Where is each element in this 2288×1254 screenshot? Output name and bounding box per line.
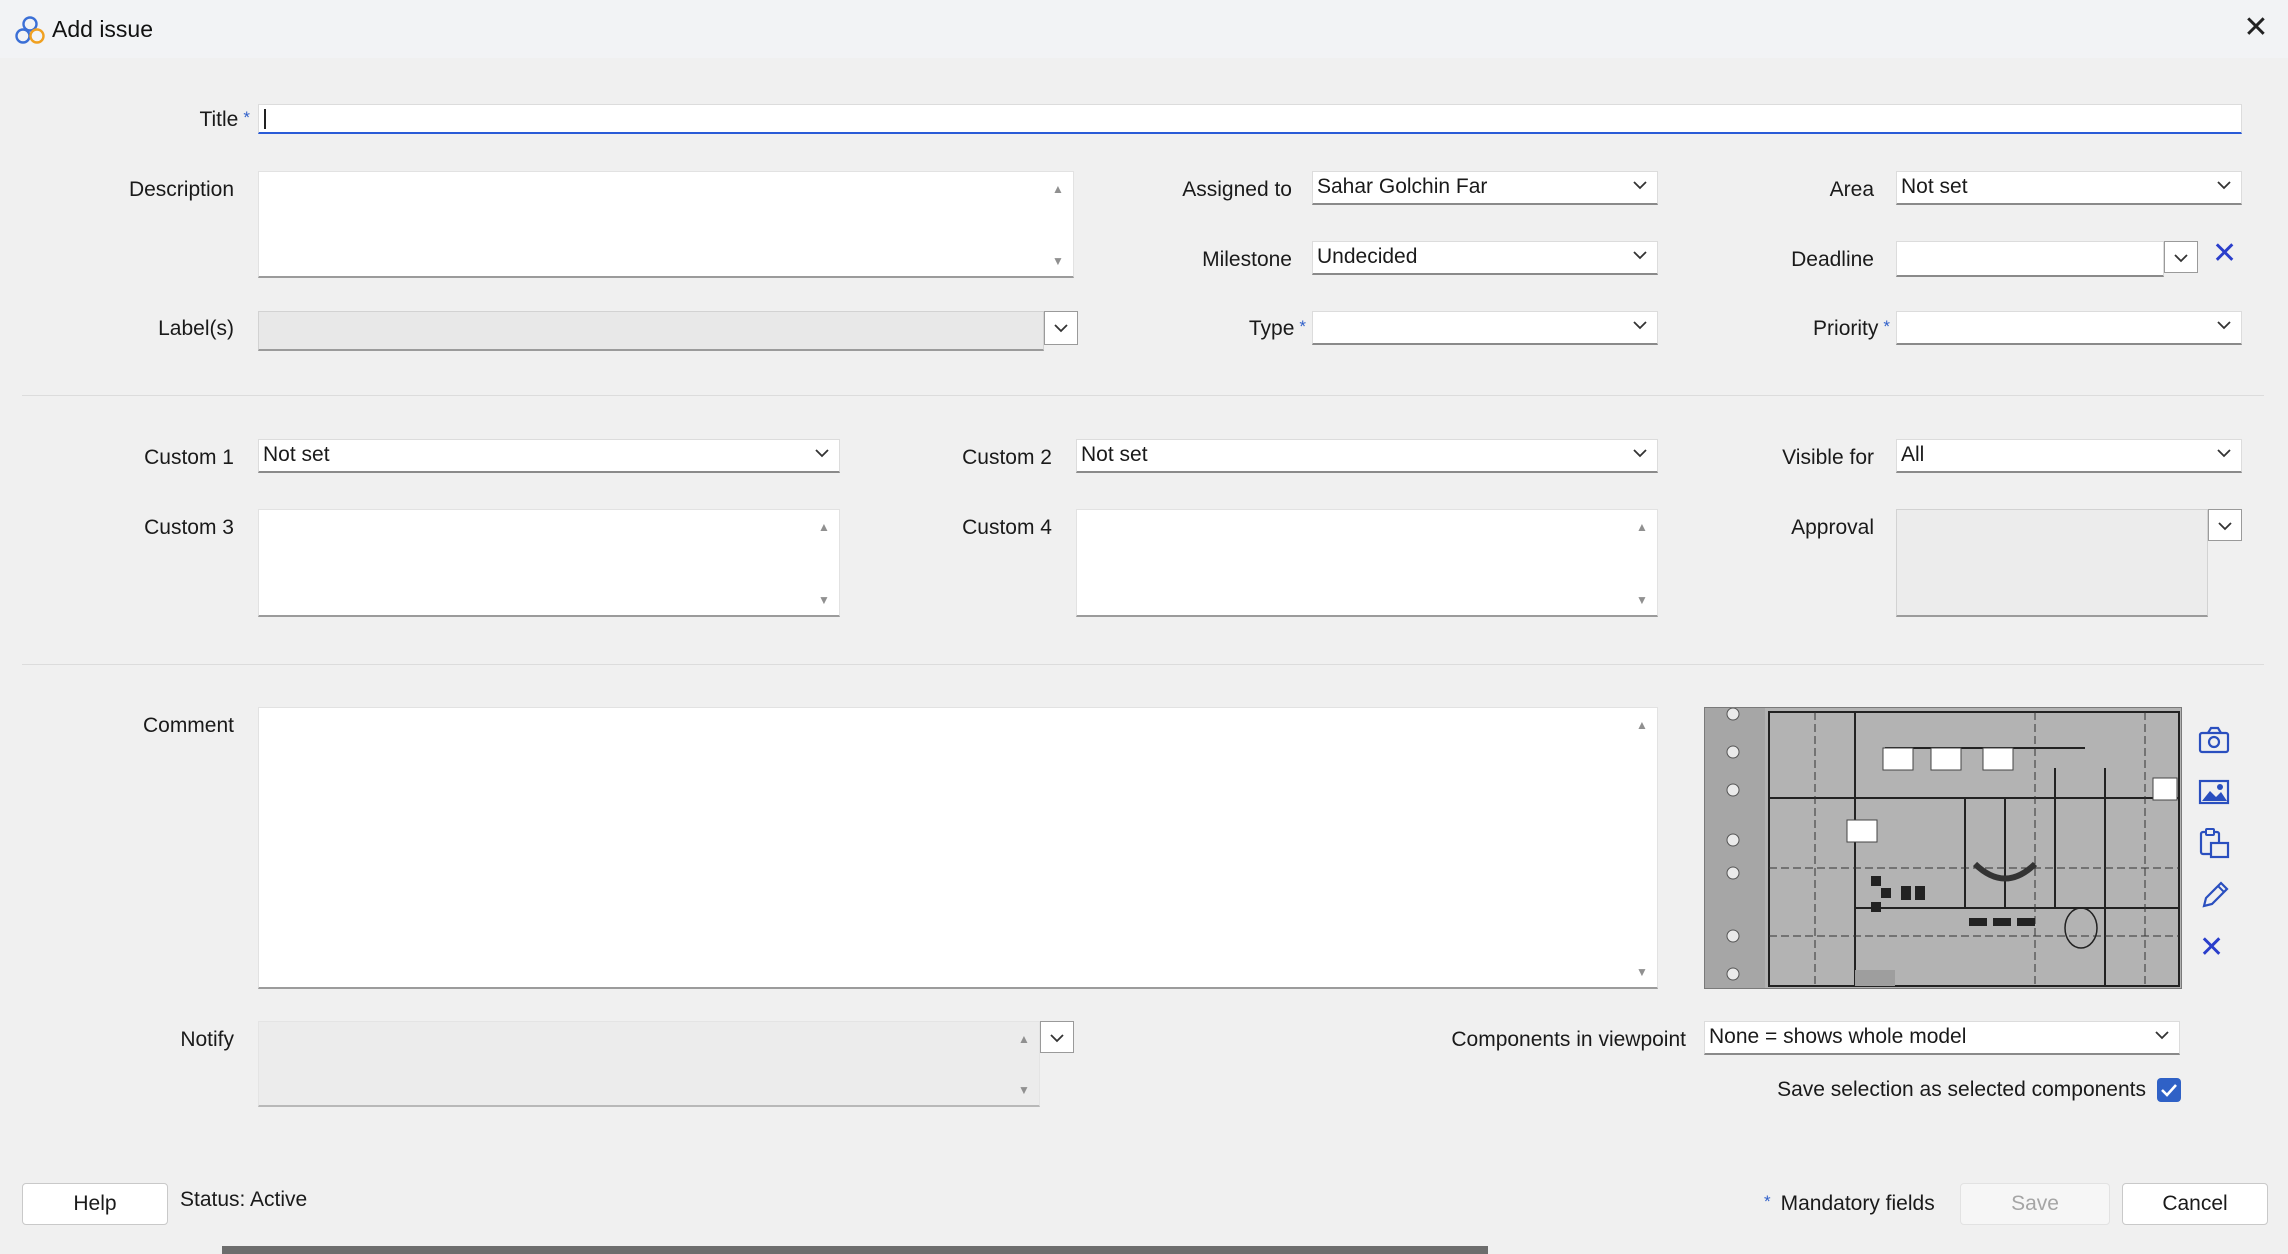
pencil-icon[interactable] bbox=[2196, 878, 2232, 914]
approval-label: Approval bbox=[1791, 516, 1874, 539]
close-icon[interactable]: ✕ bbox=[2240, 12, 2272, 44]
chevron-down-icon bbox=[2218, 522, 2232, 531]
priority-label: Priority * bbox=[1813, 317, 1890, 340]
save-selection-label: Save selection as selected components bbox=[1777, 1078, 2146, 1101]
checkmark-icon bbox=[2161, 1084, 2177, 1097]
chevron-down-icon bbox=[1631, 444, 1649, 462]
notify-dropdown-button[interactable] bbox=[1040, 1021, 1074, 1053]
chevron-down-icon bbox=[2215, 444, 2233, 462]
type-select[interactable] bbox=[1312, 311, 1658, 345]
deadline-input[interactable] bbox=[1896, 241, 2164, 277]
chevron-down-icon bbox=[2215, 176, 2233, 194]
approval-dropdown-button[interactable] bbox=[2208, 509, 2242, 541]
comment-label: Comment bbox=[142, 714, 234, 737]
notify-field[interactable]: ▲ ▼ bbox=[258, 1021, 1040, 1107]
notify-label: Notify bbox=[180, 1028, 234, 1051]
area-select[interactable]: Not set bbox=[1896, 171, 2242, 205]
chevron-down-icon bbox=[1631, 316, 1649, 334]
title-input[interactable] bbox=[258, 104, 2242, 134]
components-label: Components in viewpoint bbox=[1451, 1028, 1686, 1051]
chevron-down-icon bbox=[2174, 254, 2188, 263]
help-button[interactable]: Help bbox=[22, 1183, 168, 1225]
scroll-down-icon[interactable]: ▼ bbox=[1635, 965, 1649, 979]
deadline-label: Deadline bbox=[1791, 248, 1874, 271]
window-title: Add issue bbox=[52, 16, 154, 42]
chevron-down-icon bbox=[1631, 176, 1649, 194]
scroll-up-icon[interactable]: ▲ bbox=[1635, 718, 1649, 732]
description-label: Description bbox=[128, 178, 234, 201]
custom3-textarea[interactable]: ▲ ▼ bbox=[258, 509, 840, 617]
custom1-label: Custom 1 bbox=[144, 446, 234, 469]
chevron-down-icon bbox=[1631, 246, 1649, 264]
status-text: Status: Active bbox=[180, 1188, 308, 1211]
comment-textarea[interactable]: ▲ ▼ bbox=[258, 707, 1658, 989]
camera-icon[interactable] bbox=[2196, 722, 2232, 758]
title-label: Title * bbox=[199, 108, 250, 131]
approval-field[interactable] bbox=[1896, 509, 2208, 617]
milestone-select[interactable]: Undecided bbox=[1312, 241, 1658, 275]
chevron-down-icon bbox=[2153, 1026, 2171, 1044]
chevron-down-icon bbox=[1054, 324, 1068, 333]
custom3-label: Custom 3 bbox=[144, 516, 234, 539]
scroll-up-icon[interactable]: ▲ bbox=[1051, 182, 1065, 196]
scroll-down-icon[interactable]: ▼ bbox=[1051, 254, 1065, 268]
scroll-up-icon[interactable]: ▲ bbox=[1635, 520, 1649, 534]
chevron-down-icon bbox=[2215, 316, 2233, 334]
clear-deadline-x-icon[interactable]: ✕ bbox=[2212, 236, 2237, 271]
labels-field[interactable] bbox=[258, 311, 1044, 351]
app-logo-icon bbox=[15, 16, 45, 44]
delete-x-icon[interactable]: ✕ bbox=[2199, 930, 2224, 965]
viewpoint-thumbnail[interactable] bbox=[1704, 707, 2182, 989]
custom4-textarea[interactable]: ▲ ▼ bbox=[1076, 509, 1658, 617]
milestone-label: Milestone bbox=[1202, 248, 1292, 271]
paste-icon[interactable] bbox=[2196, 826, 2232, 862]
priority-select[interactable] bbox=[1896, 311, 2242, 345]
labels-label: Label(s) bbox=[158, 317, 234, 340]
labels-dropdown-button[interactable] bbox=[1044, 311, 1078, 345]
chevron-down-icon bbox=[1050, 1034, 1064, 1043]
assigned-to-label: Assigned to bbox=[1182, 178, 1292, 201]
visible-for-select[interactable]: All bbox=[1896, 439, 2242, 473]
custom4-label: Custom 4 bbox=[962, 516, 1052, 539]
section-divider bbox=[22, 395, 2264, 396]
floor-plan-image bbox=[1705, 708, 2181, 988]
type-label: Type * bbox=[1248, 317, 1306, 340]
image-icon[interactable] bbox=[2196, 774, 2232, 810]
section-divider bbox=[22, 664, 2264, 665]
custom2-select[interactable]: Not set bbox=[1076, 439, 1658, 473]
deadline-dropdown-button[interactable] bbox=[2164, 241, 2198, 273]
scroll-up-icon[interactable]: ▲ bbox=[817, 520, 831, 534]
custom2-label: Custom 2 bbox=[962, 446, 1052, 469]
save-selection-checkbox[interactable] bbox=[2157, 1078, 2181, 1102]
description-textarea[interactable]: ▲ ▼ bbox=[258, 171, 1074, 278]
components-select[interactable]: None = shows whole model bbox=[1704, 1021, 2180, 1055]
assigned-to-select[interactable]: Sahar Golchin Far bbox=[1312, 171, 1658, 205]
save-button[interactable]: Save bbox=[1960, 1183, 2110, 1225]
mandatory-note: * Mandatory fields bbox=[1764, 1192, 1935, 1215]
scroll-up-icon[interactable]: ▲ bbox=[1017, 1032, 1031, 1046]
custom1-select[interactable]: Not set bbox=[258, 439, 840, 473]
cancel-button[interactable]: Cancel bbox=[2122, 1183, 2268, 1225]
visible-for-label: Visible for bbox=[1782, 446, 1874, 469]
background-scrollbar bbox=[222, 1246, 1488, 1254]
scroll-down-icon[interactable]: ▼ bbox=[1635, 593, 1649, 607]
scroll-down-icon[interactable]: ▼ bbox=[817, 593, 831, 607]
area-label: Area bbox=[1829, 178, 1874, 201]
title-bar: Add issue ✕ bbox=[0, 0, 2288, 58]
text-cursor bbox=[264, 109, 266, 129]
chevron-down-icon bbox=[813, 444, 831, 462]
scroll-down-icon[interactable]: ▼ bbox=[1017, 1083, 1031, 1097]
